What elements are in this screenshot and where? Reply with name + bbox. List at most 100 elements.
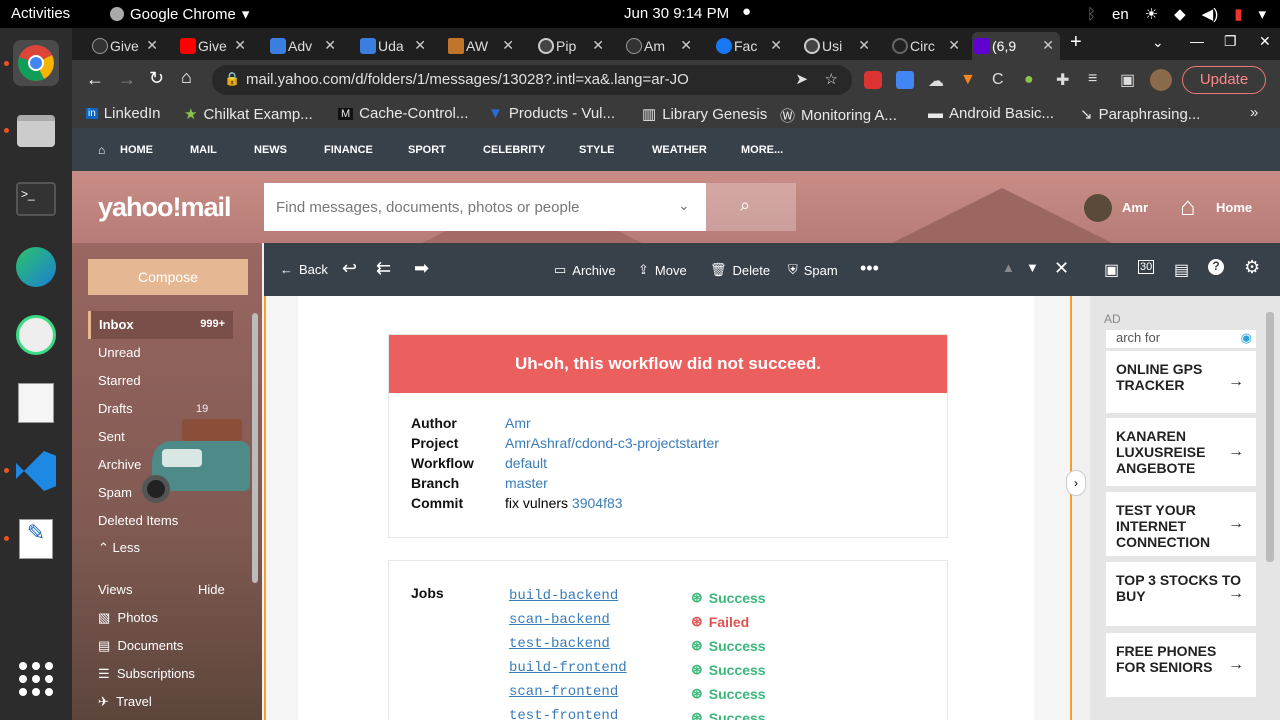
vscode-icon[interactable]	[13, 448, 59, 494]
close-icon[interactable]: ✕	[1042, 37, 1054, 54]
close-window-icon[interactable]: ✕	[1259, 33, 1271, 50]
nav-news[interactable]: NEWS	[254, 144, 287, 156]
help-icon[interactable]: ?	[1208, 259, 1224, 275]
bookmark-item[interactable]: ▬ Android Basic...	[928, 105, 1054, 122]
extension-icon[interactable]: ●	[1024, 71, 1034, 89]
view-photos[interactable]: ▧ Photos	[98, 610, 158, 626]
text-editor-icon[interactable]: ✎	[13, 516, 59, 562]
tab[interactable]: Usi ✕	[802, 32, 872, 60]
branch-link[interactable]: master	[505, 475, 548, 491]
nav-home[interactable]: HOME	[120, 144, 153, 156]
notepad-icon[interactable]: ▤	[1174, 260, 1189, 280]
tab[interactable]: Fac ✕	[714, 32, 784, 60]
ad-item[interactable]: FREE PHONES FOR SENIORS →	[1106, 633, 1256, 697]
folder-drafts[interactable]: Drafts	[98, 401, 133, 416]
calendar-icon[interactable]: 30	[1138, 260, 1155, 274]
folder-starred[interactable]: Starred	[98, 373, 141, 388]
home-link[interactable]: Home	[1216, 200, 1252, 215]
yahoo-mail-logo[interactable]: yahoo!mail	[98, 192, 232, 223]
close-icon[interactable]: ✕	[414, 37, 426, 54]
view-travel[interactable]: ✈ Travel	[98, 694, 152, 710]
home-icon[interactable]: ⌂	[1180, 191, 1196, 222]
close-icon[interactable]: ✕	[502, 37, 514, 54]
bookmark-item[interactable]: ▼ Products - Vul...	[488, 105, 615, 122]
reply-icon[interactable]: ↩	[342, 258, 357, 279]
extensions-puzzle-icon[interactable]: ✚	[1056, 70, 1069, 90]
nav-celebrity[interactable]: CELEBRITY	[483, 144, 545, 156]
home-icon[interactable]: ⌂	[181, 67, 192, 88]
address-bar[interactable]: 🔒 mail.yahoo.com/d/folders/1/messages/13…	[212, 65, 852, 95]
job-link[interactable]: build-frontend	[509, 660, 627, 676]
forward-icon[interactable]: →	[118, 69, 136, 90]
folder-spam[interactable]: Spam	[98, 485, 132, 500]
avatar[interactable]	[1084, 194, 1112, 222]
adblock-extension-icon[interactable]	[864, 71, 882, 89]
contacts-icon[interactable]: ▣	[1104, 260, 1119, 280]
job-link[interactable]: test-frontend	[509, 708, 618, 720]
update-button[interactable]: Update	[1182, 66, 1266, 94]
back-icon[interactable]: ←	[86, 69, 104, 90]
user-name[interactable]: Amr	[1122, 200, 1148, 215]
archive-button[interactable]: ▭ Archive	[554, 262, 616, 278]
close-message-icon[interactable]: ✕	[1054, 258, 1069, 279]
nav-mail[interactable]: MAIL	[190, 144, 217, 156]
bookmark-star-icon[interactable]: ☆	[825, 70, 838, 88]
hide-views-link[interactable]: Hide	[198, 582, 225, 597]
language-indicator[interactable]: en	[1112, 6, 1129, 23]
workflow-link[interactable]: default	[505, 455, 547, 471]
ad-item[interactable]: TEST YOUR INTERNET CONNECTION →	[1106, 492, 1256, 556]
close-icon[interactable]: ✕	[858, 37, 870, 54]
close-icon[interactable]: ✕	[592, 37, 604, 54]
view-documents[interactable]: ▤ Documents	[98, 638, 183, 654]
bookmark-item[interactable]: ▥ Library Genesis	[642, 105, 767, 124]
job-link[interactable]: build-backend	[509, 588, 618, 604]
tab-search-icon[interactable]: ⌄	[1152, 34, 1164, 51]
tab[interactable]: Give ✕	[90, 32, 160, 60]
tab[interactable]: Circ ✕	[890, 32, 962, 60]
search-button[interactable]: ⌕	[706, 183, 796, 231]
chrome-launcher-icon[interactable]	[13, 40, 59, 86]
share-icon[interactable]: ➤	[795, 70, 808, 88]
activities-button[interactable]: Activities	[11, 5, 70, 22]
tab[interactable]: Adv ✕	[268, 32, 338, 60]
delete-button[interactable]: 🗑 Delete	[710, 262, 770, 278]
ad-item[interactable]: TOP 3 STOCKS TO BUY →	[1106, 562, 1256, 626]
tab[interactable]: Give ✕	[178, 32, 248, 60]
author-link[interactable]: Amr	[505, 415, 531, 431]
tab-active[interactable]: (6,9 ✕	[972, 32, 1060, 60]
close-icon[interactable]: ✕	[234, 37, 246, 54]
folder-inbox[interactable]: Inbox 999+	[88, 311, 233, 339]
folder-sent[interactable]: Sent	[98, 429, 125, 444]
bookmark-item[interactable]: ↘ Paraphrasing...	[1080, 105, 1200, 124]
nav-style[interactable]: STYLE	[579, 144, 614, 156]
job-link[interactable]: test-backend	[509, 636, 610, 652]
document-viewer-icon[interactable]	[13, 380, 59, 426]
close-icon[interactable]: ✕	[324, 37, 336, 54]
bookmark-item[interactable]: M Cache-Control...	[338, 105, 468, 122]
less-toggle[interactable]: ⌃ Less	[98, 540, 140, 556]
android-studio-icon[interactable]	[13, 312, 59, 358]
app-grid-icon[interactable]	[13, 656, 59, 702]
bookmark-item[interactable]: ★ Chilkat Examp...	[184, 105, 313, 124]
nav-finance[interactable]: FINANCE	[324, 144, 373, 156]
spam-button[interactable]: ⛨ Spam	[788, 262, 838, 278]
reply-all-icon[interactable]: ⇇	[376, 258, 391, 279]
clock[interactable]: Jun 30 9:14 PM	[624, 5, 729, 22]
project-link[interactable]: AmrAshraf/cdond-c3-projectstarter	[505, 435, 719, 451]
reload-icon[interactable]: ↻	[149, 68, 164, 89]
nav-more[interactable]: MORE...	[741, 144, 783, 156]
ad-item[interactable]: ONLINE GPS TRACKER →	[1106, 351, 1256, 413]
new-tab-icon[interactable]: +	[1070, 31, 1082, 54]
bookmark-item[interactable]: Ⓦ Monitoring A...	[780, 105, 897, 126]
close-icon[interactable]: ✕	[948, 37, 960, 54]
nav-weather[interactable]: WEATHER	[652, 144, 707, 156]
close-icon[interactable]: ✕	[770, 37, 782, 54]
chevron-down-icon[interactable]: ⌄	[678, 197, 690, 214]
metamask-icon[interactable]: ▼	[960, 71, 976, 89]
system-tray[interactable]: ᛒ en ☀ ◆ ◀) ▮ ▾	[1087, 5, 1266, 24]
job-link[interactable]: scan-backend	[509, 612, 610, 628]
more-actions-icon[interactable]: •••	[860, 258, 879, 279]
folder-unread[interactable]: Unread	[98, 345, 141, 360]
files-icon[interactable]	[13, 108, 59, 154]
commit-hash-link[interactable]: 3904f83	[572, 495, 623, 511]
